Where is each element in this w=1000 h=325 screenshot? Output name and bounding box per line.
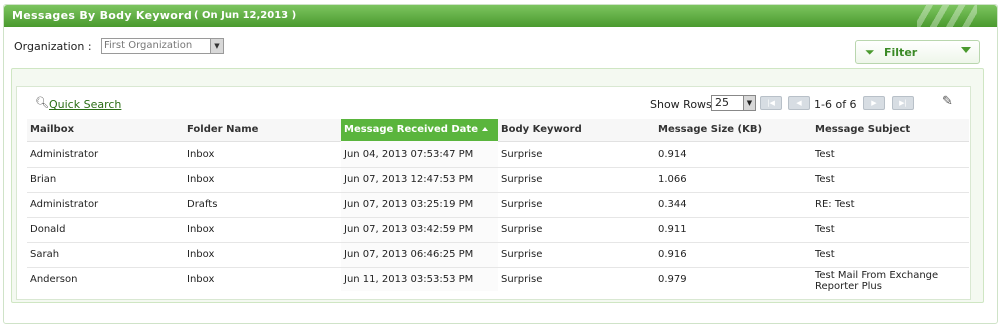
cell-folder: Inbox (187, 249, 215, 260)
cell-mailbox: Brian (30, 174, 57, 185)
cell-received-date: Jun 07, 2013 06:46:25 PM (344, 249, 474, 260)
cell-folder: Inbox (187, 174, 215, 185)
cell-message-size: 0.911 (658, 224, 687, 235)
table-header: Mailbox Folder Name Message Received Dat… (27, 119, 969, 142)
filter-label: Filter (884, 46, 918, 59)
column-header-body-keyword[interactable]: Body Keyword (498, 119, 655, 141)
table-row[interactable]: Sarah Inbox Jun 07, 2013 06:46:25 PM Sur… (27, 242, 969, 268)
quick-search-link[interactable]: Quick Search (49, 98, 121, 111)
cell-message-subject: RE: Test (815, 199, 855, 210)
cell-message-size: 0.344 (658, 199, 687, 210)
cell-received-date: Jun 07, 2013 12:47:53 PM (344, 174, 474, 185)
filter-button[interactable]: ⏷ Filter (855, 40, 980, 64)
last-page-button[interactable]: ▶| (892, 96, 914, 110)
funnel-icon: ⏷ (865, 45, 875, 59)
cell-body-keyword: Surprise (501, 274, 543, 285)
cell-message-size: 0.916 (658, 249, 687, 260)
edit-columns-icon[interactable]: ✎ (942, 94, 953, 109)
chevron-down-icon[interactable]: ▼ (210, 39, 223, 53)
cell-mailbox: Donald (30, 224, 66, 235)
column-header-folder-name[interactable]: Folder Name (184, 119, 341, 141)
cell-folder: Inbox (187, 224, 215, 235)
cell-received-date: Jun 07, 2013 03:25:19 PM (344, 199, 474, 210)
report-title: Messages By Body Keyword (12, 9, 193, 22)
cell-message-size: 0.979 (658, 274, 687, 285)
cell-message-subject: Test Mail From Exchange Reporter Plus (815, 270, 939, 292)
search-icon[interactable]: 🔍︎ (35, 96, 49, 109)
cell-folder: Drafts (187, 199, 218, 210)
cell-body-keyword: Surprise (501, 199, 543, 210)
column-header-message-received-date[interactable]: Message Received Date (341, 119, 498, 141)
organization-select-value: First Organization (104, 40, 193, 51)
cell-received-date: Jun 04, 2013 07:53:47 PM (344, 149, 474, 160)
table-row[interactable]: Anderson Inbox Jun 11, 2013 03:53:53 PM … (27, 267, 969, 292)
table-row[interactable]: Donald Inbox Jun 07, 2013 03:42:59 PM Su… (27, 217, 969, 243)
cell-mailbox: Administrator (30, 199, 99, 210)
cell-mailbox: Anderson (30, 274, 78, 285)
organization-label: Organization : (14, 40, 92, 53)
previous-page-button[interactable]: ◀ (788, 96, 810, 110)
sort-ascending-icon (481, 127, 488, 131)
show-rows-label: Show Rows (650, 98, 712, 111)
column-header-message-subject[interactable]: Message Subject (812, 119, 969, 141)
cell-folder: Inbox (187, 149, 215, 160)
table-row[interactable]: Brian Inbox Jun 07, 2013 12:47:53 PM Sur… (27, 167, 969, 193)
cell-message-size: 0.914 (658, 149, 687, 160)
cell-body-keyword: Surprise (501, 224, 543, 235)
titlebar-decoration (917, 5, 977, 27)
table-row[interactable]: Administrator Drafts Jun 07, 2013 03:25:… (27, 192, 969, 218)
cell-mailbox: Sarah (30, 249, 60, 260)
page-info: 1-6 of 6 (814, 98, 857, 111)
cell-body-keyword: Surprise (501, 174, 543, 185)
cell-message-subject: Test (815, 174, 835, 185)
cell-body-keyword: Surprise (501, 249, 543, 260)
cell-message-subject: Test (815, 249, 835, 260)
report-date-subtitle: ( On Jun 12,2013 ) (194, 10, 297, 21)
organization-select[interactable]: First Organization ▼ (101, 38, 224, 54)
chevron-down-icon (961, 47, 971, 53)
rows-per-page-value: 25 (715, 96, 729, 109)
cell-mailbox: Administrator (30, 149, 99, 160)
table-row[interactable]: Administrator Inbox Jun 04, 2013 07:53:4… (27, 142, 969, 168)
cell-body-keyword: Surprise (501, 149, 543, 160)
cell-received-date: Jun 11, 2013 03:53:53 PM (344, 274, 474, 285)
rows-per-page-select[interactable]: 25 ▼ (711, 95, 756, 111)
cell-message-subject: Test (815, 224, 835, 235)
next-page-button[interactable]: ▶ (863, 96, 885, 110)
cell-received-date: Jun 07, 2013 03:42:59 PM (344, 224, 474, 235)
first-page-button[interactable]: |◀ (760, 96, 782, 110)
cell-folder: Inbox (187, 274, 215, 285)
cell-message-subject: Test (815, 149, 835, 160)
column-header-label: Message Received Date (344, 124, 478, 135)
report-titlebar: Messages By Body Keyword ( On Jun 12,201… (4, 5, 997, 27)
cell-message-size: 1.066 (658, 174, 687, 185)
column-header-message-size[interactable]: Message Size (KB) (655, 119, 812, 141)
chevron-down-icon[interactable]: ▼ (743, 96, 755, 110)
column-header-mailbox[interactable]: Mailbox (27, 119, 184, 141)
